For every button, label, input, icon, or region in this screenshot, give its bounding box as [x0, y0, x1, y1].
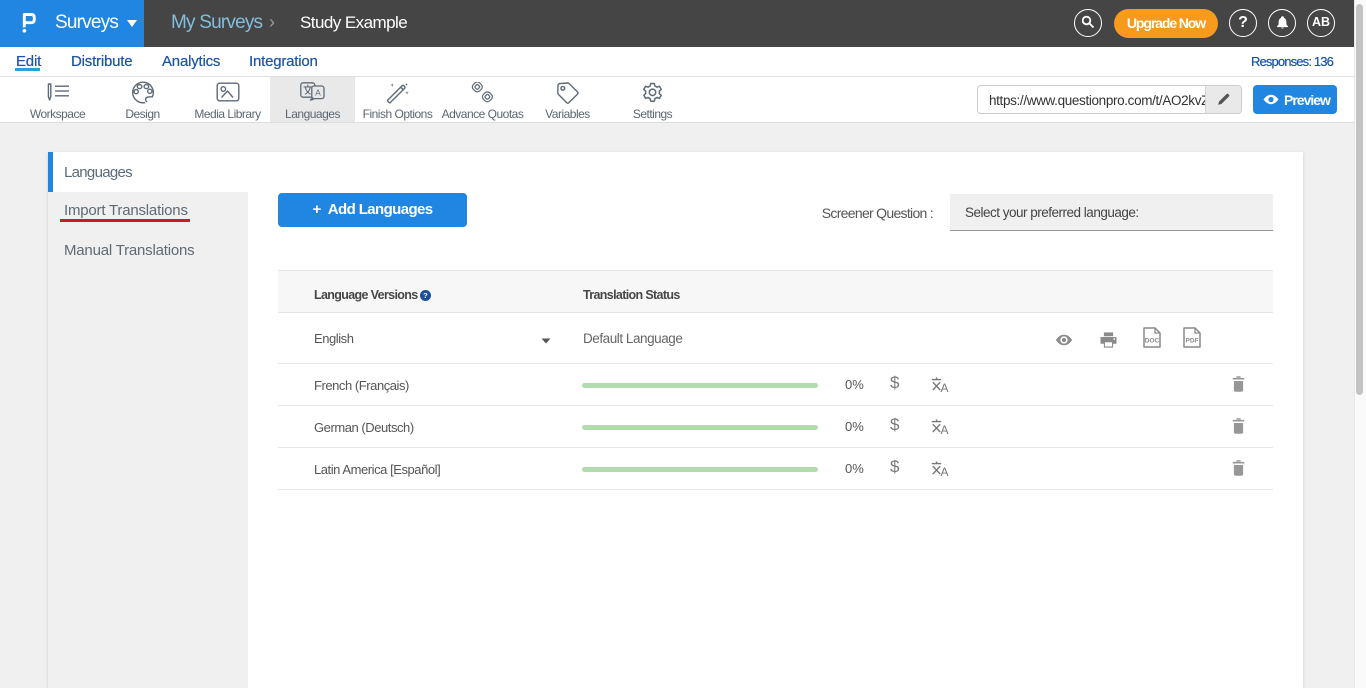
svg-text:PDF: PDF: [1186, 338, 1199, 345]
svg-text:A: A: [315, 88, 321, 98]
svg-text:A: A: [940, 381, 948, 393]
svg-text:A: A: [940, 465, 948, 477]
svg-text:DOC: DOC: [1145, 338, 1160, 345]
svg-text:?: ?: [423, 291, 428, 300]
svg-text:A: A: [940, 423, 948, 435]
